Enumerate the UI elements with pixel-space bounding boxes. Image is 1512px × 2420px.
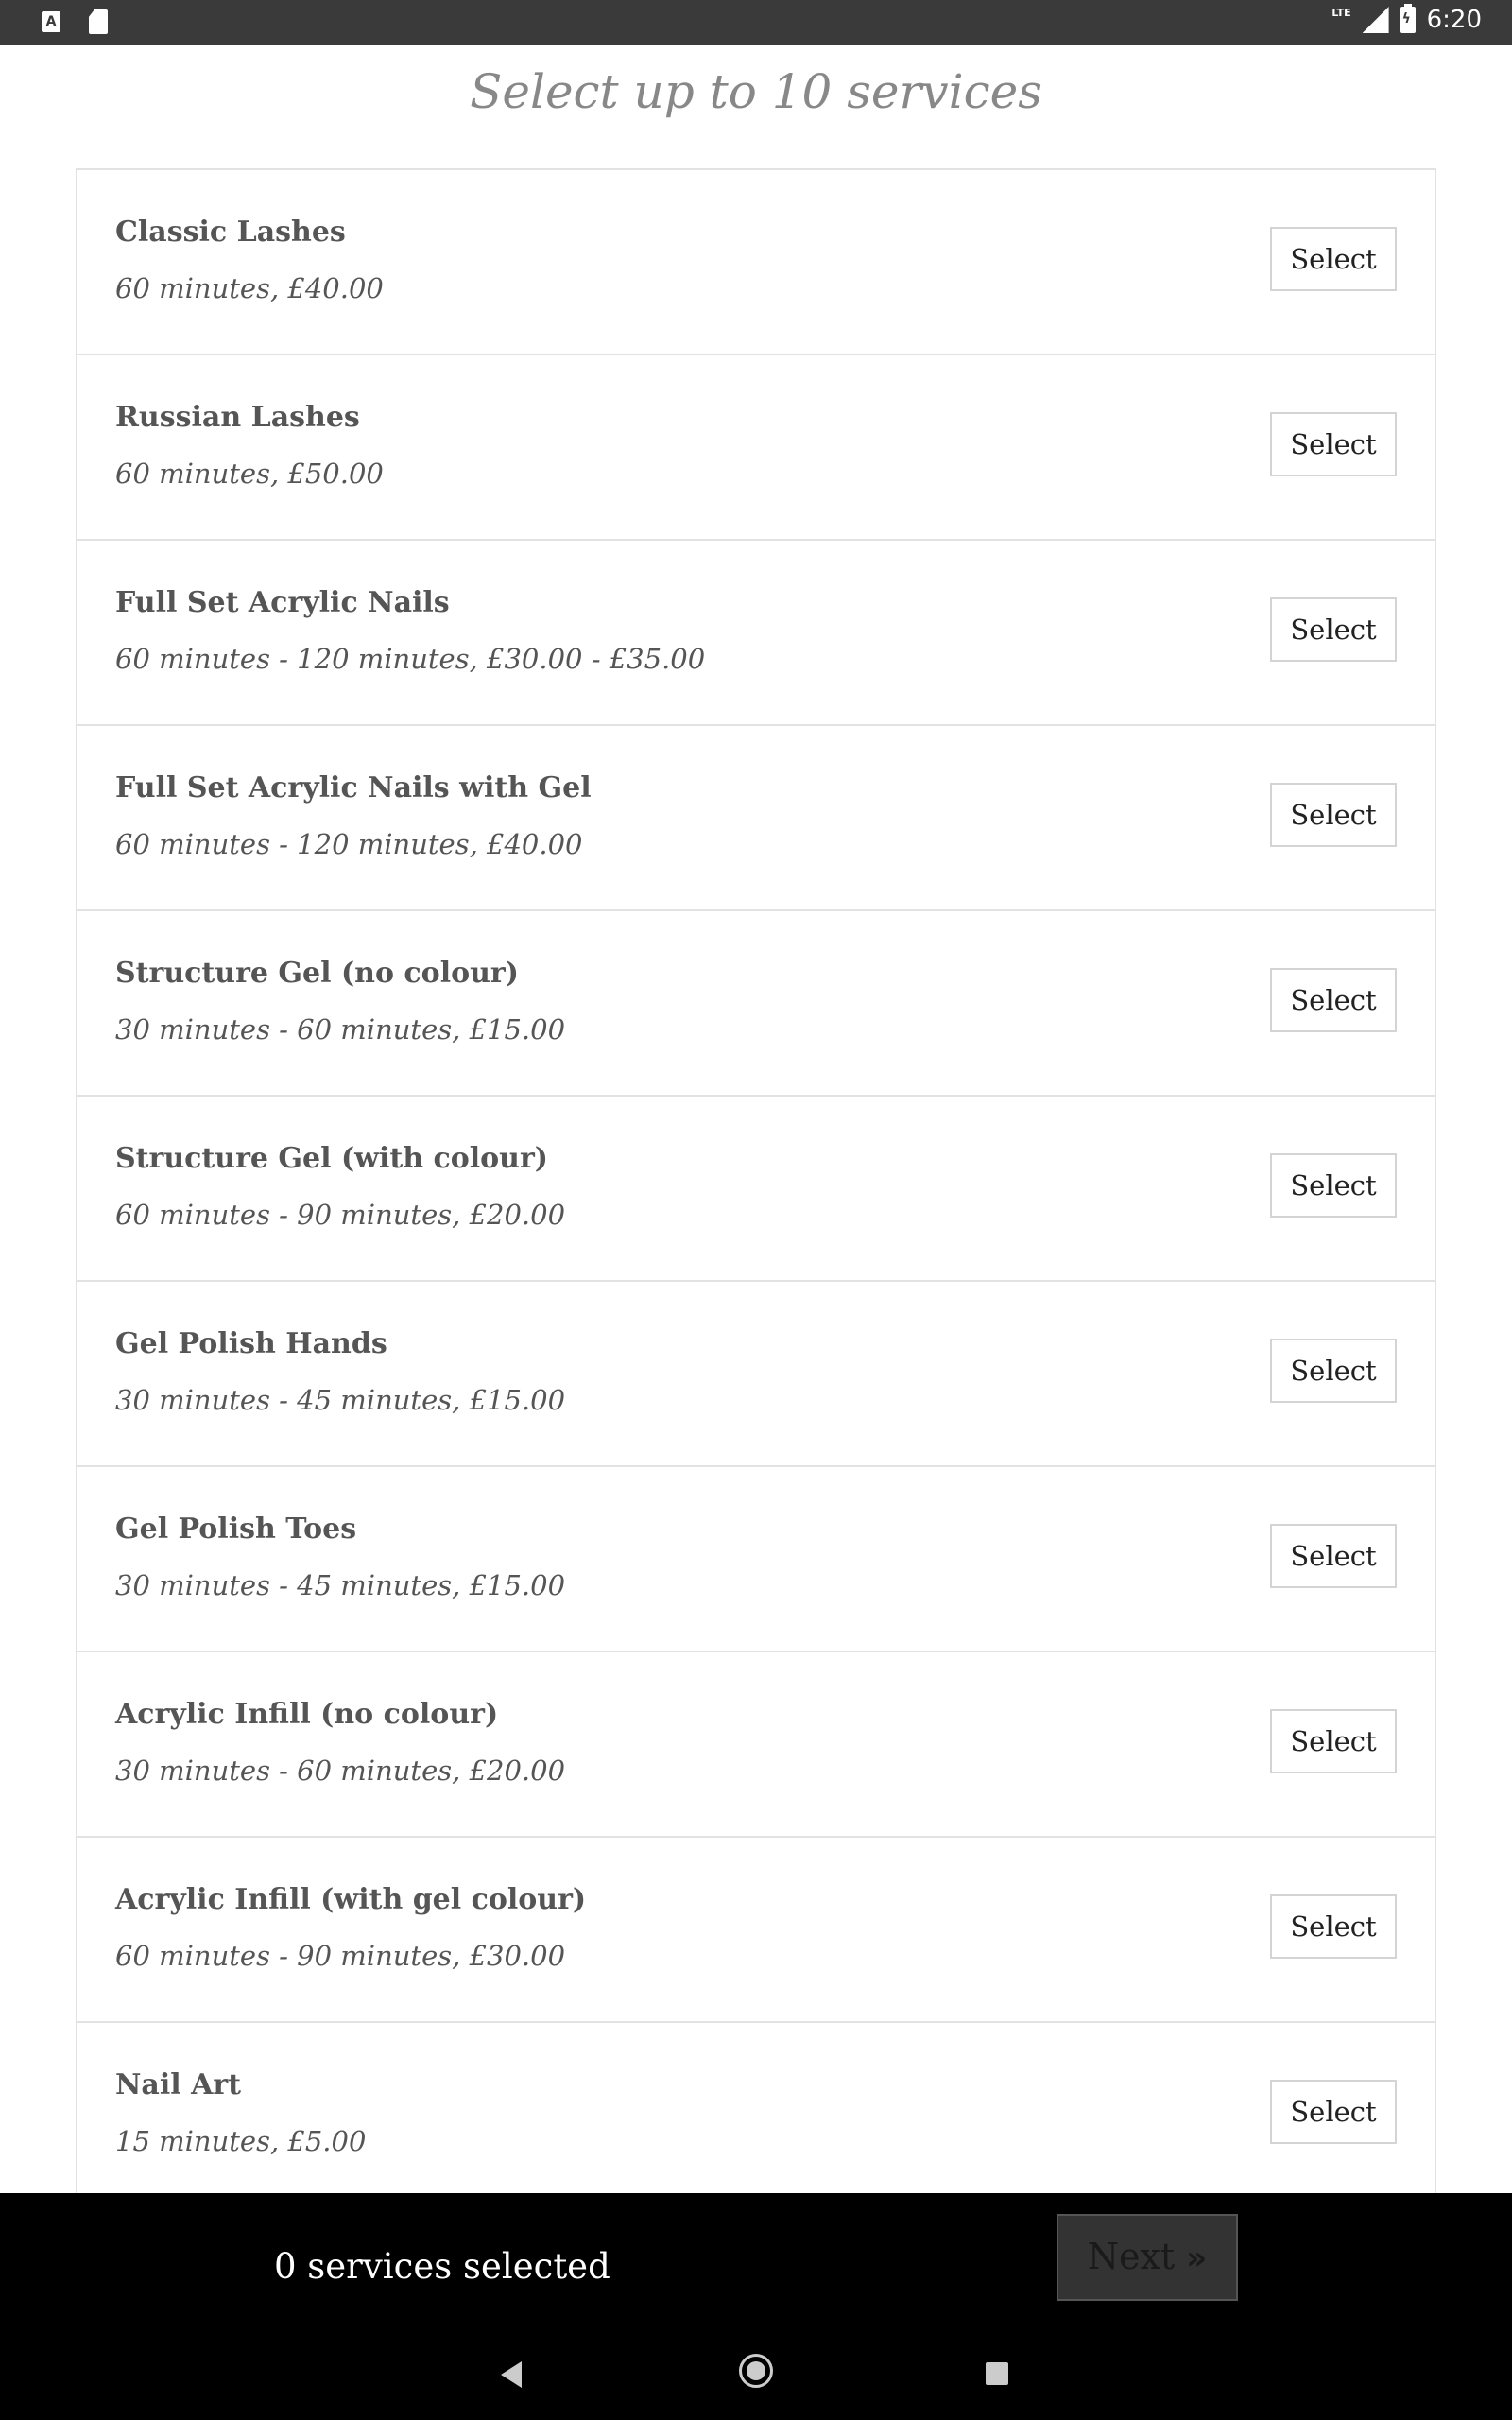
select-button[interactable]: Select bbox=[1270, 1153, 1397, 1218]
service-name: Full Set Acrylic Nails with Gel bbox=[115, 771, 592, 804]
select-button[interactable]: Select bbox=[1270, 968, 1397, 1032]
system-nav-bar bbox=[0, 2333, 1512, 2420]
service-name: Acrylic Infill (no colour) bbox=[115, 1698, 499, 1731]
service-row-gel-polish-hands: Gel Polish Hands 30 minutes - 45 minutes… bbox=[77, 1282, 1435, 1467]
service-name: Gel Polish Hands bbox=[115, 1327, 387, 1360]
service-row-gel-polish-toes: Gel Polish Toes 30 minutes - 45 minutes,… bbox=[77, 1467, 1435, 1652]
service-row-acrylic-infill-gel-colour: Acrylic Infill (with gel colour) 60 minu… bbox=[77, 1838, 1435, 2023]
select-button[interactable]: Select bbox=[1270, 2080, 1397, 2144]
service-name: Gel Polish Toes bbox=[115, 1512, 357, 1546]
service-detail: 60 minutes, £40.00 bbox=[115, 272, 384, 304]
select-button[interactable]: Select bbox=[1270, 1894, 1397, 1959]
notification-a-icon: A bbox=[42, 11, 60, 32]
service-row-full-set-acrylic-nails: Full Set Acrylic Nails 60 minutes - 120 … bbox=[77, 541, 1435, 726]
next-button-label: Next bbox=[1087, 2236, 1176, 2277]
status-bar: A LTE ϟ 6:20 bbox=[0, 0, 1512, 45]
select-button[interactable]: Select bbox=[1270, 1339, 1397, 1403]
service-name: Classic Lashes bbox=[115, 216, 346, 249]
selected-count: 0 services selected bbox=[274, 2246, 610, 2287]
select-button[interactable]: Select bbox=[1270, 227, 1397, 291]
sd-card-icon bbox=[89, 9, 108, 34]
service-row-nail-art: Nail Art 15 minutes, £5.00 Select bbox=[77, 2023, 1435, 2193]
status-left: A bbox=[42, 9, 108, 34]
service-name: Acrylic Infill (with gel colour) bbox=[115, 1883, 587, 1916]
service-name: Full Set Acrylic Nails bbox=[115, 586, 450, 619]
service-detail: 15 minutes, £5.00 bbox=[115, 2125, 367, 2157]
select-button[interactable]: Select bbox=[1270, 1524, 1397, 1588]
back-icon[interactable] bbox=[501, 2361, 522, 2388]
network-type-label: LTE bbox=[1332, 6, 1351, 19]
service-detail: 60 minutes - 120 minutes, £30.00 - £35.0… bbox=[115, 643, 706, 675]
signal-icon bbox=[1362, 7, 1389, 33]
service-detail: 30 minutes - 60 minutes, £20.00 bbox=[115, 1754, 566, 1787]
service-row-classic-lashes: Classic Lashes 60 minutes, £40.00 Select bbox=[77, 170, 1435, 355]
battery-charging-icon: ϟ bbox=[1400, 4, 1416, 33]
service-name: Russian Lashes bbox=[115, 401, 360, 434]
status-right: LTE ϟ 6:20 bbox=[1332, 4, 1482, 34]
service-name: Structure Gel (with colour) bbox=[115, 1142, 548, 1175]
service-row-acrylic-infill-no-colour: Acrylic Infill (no colour) 30 minutes - … bbox=[77, 1652, 1435, 1838]
clock: 6:20 bbox=[1426, 6, 1482, 34]
service-name: Nail Art bbox=[115, 2068, 242, 2101]
service-detail: 60 minutes - 90 minutes, £30.00 bbox=[115, 1940, 566, 1972]
recents-icon[interactable] bbox=[986, 2362, 1008, 2385]
service-row-structure-gel-with-colour: Structure Gel (with colour) 60 minutes -… bbox=[77, 1097, 1435, 1282]
double-chevron-right-icon: » bbox=[1186, 2239, 1208, 2277]
service-detail: 60 minutes - 120 minutes, £40.00 bbox=[115, 828, 583, 860]
service-row-full-set-acrylic-nails-gel: Full Set Acrylic Nails with Gel 60 minut… bbox=[77, 726, 1435, 911]
service-detail: 30 minutes - 45 minutes, £15.00 bbox=[115, 1384, 566, 1416]
service-detail: 30 minutes - 60 minutes, £15.00 bbox=[115, 1013, 566, 1046]
bottom-bar: 0 services selected Next » bbox=[0, 2193, 1512, 2420]
service-name: Structure Gel (no colour) bbox=[115, 957, 519, 990]
select-button[interactable]: Select bbox=[1270, 1709, 1397, 1773]
select-button[interactable]: Select bbox=[1270, 597, 1397, 662]
service-list[interactable]: Classic Lashes 60 minutes, £40.00 Select… bbox=[76, 168, 1436, 2193]
service-detail: 30 minutes - 45 minutes, £15.00 bbox=[115, 1569, 566, 1601]
service-row-structure-gel-no-colour: Structure Gel (no colour) 30 minutes - 6… bbox=[77, 911, 1435, 1097]
select-button[interactable]: Select bbox=[1270, 412, 1397, 476]
service-row-russian-lashes: Russian Lashes 60 minutes, £50.00 Select bbox=[77, 355, 1435, 541]
page-title: Select up to 10 services bbox=[470, 64, 1042, 119]
home-icon[interactable] bbox=[739, 2354, 773, 2388]
next-button[interactable]: Next » bbox=[1057, 2214, 1238, 2301]
select-button[interactable]: Select bbox=[1270, 783, 1397, 847]
service-detail: 60 minutes, £50.00 bbox=[115, 458, 384, 490]
service-detail: 60 minutes - 90 minutes, £20.00 bbox=[115, 1199, 566, 1231]
